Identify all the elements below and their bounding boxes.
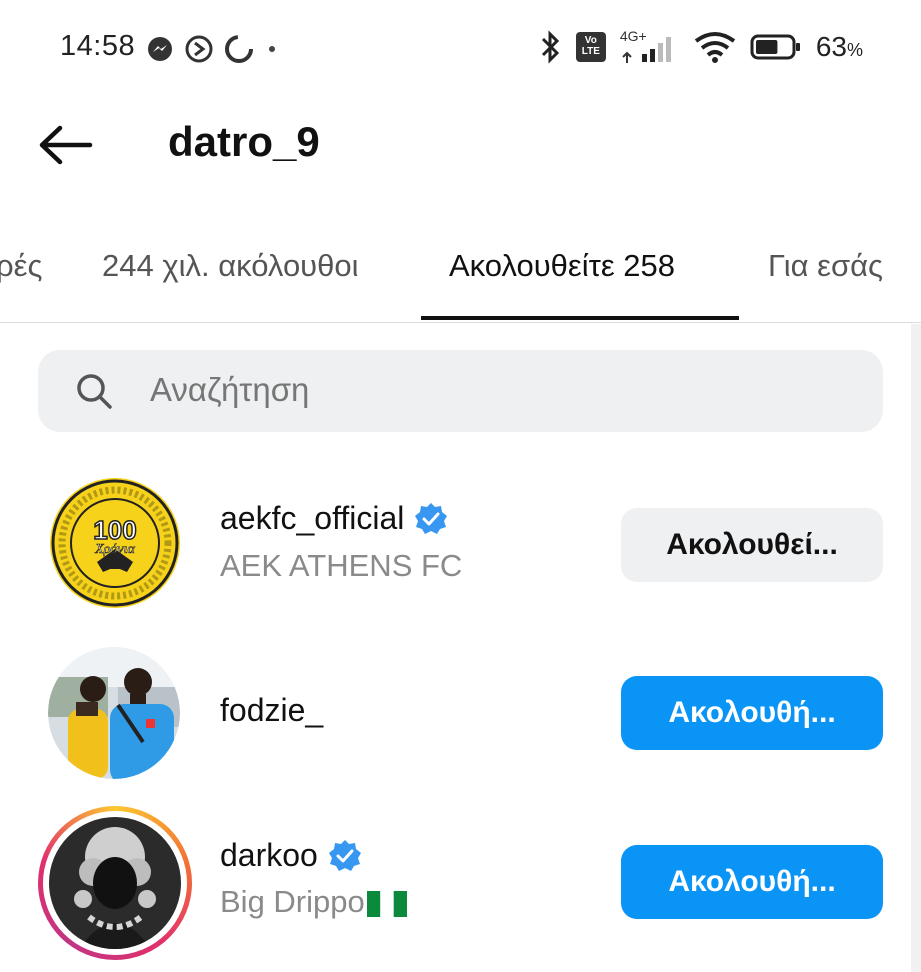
aek-logo-number: 100 bbox=[93, 515, 136, 545]
username[interactable]: aekfc_official bbox=[220, 500, 404, 537]
dot-icon bbox=[269, 46, 275, 52]
aek-logo: 100 Χρόνια bbox=[50, 478, 180, 608]
page-title: datro_9 bbox=[168, 118, 320, 165]
follow-back-button[interactable]: Ακολουθή... bbox=[621, 676, 883, 750]
messenger-icon bbox=[148, 37, 172, 61]
username-row[interactable]: fodzie_ bbox=[220, 692, 323, 729]
avatar[interactable]: 100 Χρόνια bbox=[49, 477, 181, 609]
status-right-icons: Vo LTE 4G+ 63% bbox=[540, 28, 863, 64]
nigeria-flag-icon bbox=[366, 890, 407, 917]
tab-for-you[interactable]: Για εσάς bbox=[768, 248, 883, 284]
tab-divider bbox=[0, 322, 921, 323]
active-tab-indicator bbox=[421, 316, 739, 320]
status-notification-icons bbox=[146, 34, 280, 64]
battery-icon bbox=[750, 34, 800, 60]
full-name-row: Big Drippo bbox=[220, 884, 407, 920]
tab-suggestions-partial[interactable]: ρές bbox=[0, 248, 42, 284]
username-row[interactable]: darkoo bbox=[220, 837, 362, 874]
loading-icon bbox=[225, 35, 253, 63]
verified-badge-icon bbox=[415, 502, 448, 534]
avatar-photo bbox=[49, 817, 181, 949]
full-name: Big Drippo bbox=[220, 884, 365, 919]
signal-bars-icon bbox=[622, 37, 671, 63]
verified-badge-icon bbox=[328, 839, 361, 871]
scrollbar[interactable] bbox=[911, 324, 921, 972]
tab-followers[interactable]: 244 χιλ. ακόλουθοι bbox=[102, 248, 359, 284]
tab-following[interactable]: Ακολουθείτε 258 bbox=[449, 248, 675, 284]
bluetooth-icon bbox=[541, 30, 559, 64]
volte-icon: Vo LTE bbox=[575, 32, 606, 62]
search-icon bbox=[77, 374, 112, 409]
assistant-icon bbox=[185, 35, 213, 63]
story-ring[interactable] bbox=[38, 806, 192, 960]
avatar[interactable] bbox=[49, 817, 181, 949]
follow-back-button[interactable]: Ακολουθή... bbox=[621, 845, 883, 919]
aek-logo-word: Χρόνια bbox=[94, 542, 135, 557]
back-arrow-icon[interactable] bbox=[36, 120, 96, 170]
username[interactable]: darkoo bbox=[220, 837, 318, 874]
avatar[interactable] bbox=[48, 647, 180, 779]
battery-percent: 63% bbox=[815, 31, 863, 62]
username[interactable]: fodzie_ bbox=[220, 692, 323, 729]
username-row[interactable]: aekfc_official bbox=[220, 500, 448, 537]
search-placeholder: Αναζήτηση bbox=[150, 371, 310, 408]
following-button[interactable]: Ακολουθεί... bbox=[621, 508, 883, 582]
avatar-photo bbox=[48, 647, 180, 779]
wifi-icon bbox=[694, 32, 736, 63]
status-time: 14:58 bbox=[60, 30, 136, 62]
full-name: AEK ATHENS FC bbox=[220, 548, 463, 583]
signal-indicator: 4G+ bbox=[620, 28, 680, 64]
